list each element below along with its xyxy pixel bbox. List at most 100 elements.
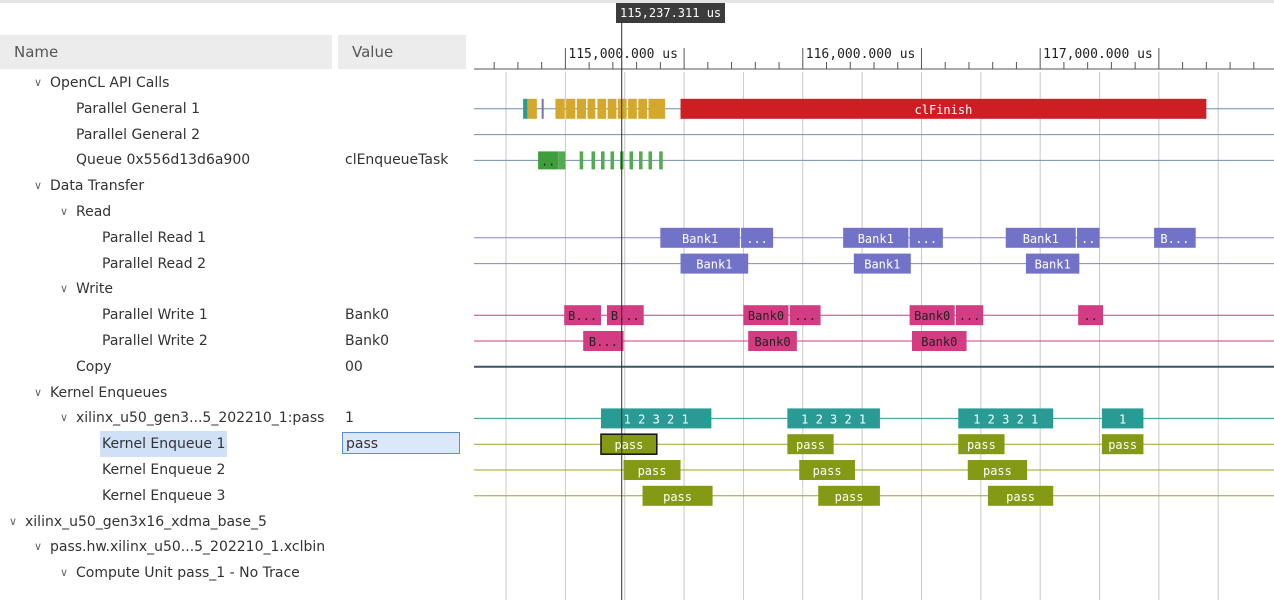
expand-chevron-icon[interactable]: ∨ bbox=[57, 405, 71, 431]
timeline-canvas[interactable]: 115,000.000 us 116,000.000 us 117,000.000 … bbox=[474, 0, 1274, 600]
tree-row[interactable]: Parallel Write 2 Bank0 bbox=[0, 328, 466, 354]
tree-row[interactable]: Kernel Enqueue 1 pass bbox=[0, 431, 466, 458]
timeline-event-label[interactable]: B... bbox=[589, 335, 618, 349]
timeline-event-label[interactable]: ... bbox=[915, 232, 937, 246]
timeline-event-label[interactable]: 1 2 3 2 1 bbox=[624, 412, 689, 426]
timeline-event-label[interactable]: pass bbox=[813, 464, 842, 478]
expand-chevron-icon[interactable]: ∨ bbox=[31, 70, 45, 96]
tree-row[interactable]: ∨ Data Transfer bbox=[0, 173, 466, 199]
timeline-event-label[interactable]: Bank1 bbox=[864, 258, 900, 272]
expand-chevron-icon[interactable]: ∨ bbox=[31, 534, 45, 560]
expand-chevron-icon[interactable]: ∨ bbox=[31, 380, 45, 406]
tree-row[interactable]: Queue 0x556d13d6a900 clEnqueueTask bbox=[0, 147, 466, 173]
timeline-event-parallel-general-1[interactable] bbox=[617, 98, 627, 119]
tree-row[interactable]: Parallel Read 2 bbox=[0, 251, 466, 277]
tree-row-label: Parallel General 1 bbox=[76, 100, 200, 117]
tree-row[interactable]: ∨ Read bbox=[0, 199, 466, 225]
timeline-event-queue[interactable] bbox=[610, 151, 615, 170]
expand-chevron-icon[interactable]: ∨ bbox=[57, 560, 71, 586]
timeline-event-label[interactable]: pass bbox=[983, 464, 1012, 478]
timeline-event-label[interactable]: .. bbox=[1083, 309, 1097, 323]
expand-chevron-icon[interactable]: ∨ bbox=[57, 276, 71, 302]
timeline-event-label[interactable]: B... bbox=[1160, 232, 1189, 246]
expand-chevron-icon[interactable]: ∨ bbox=[57, 199, 71, 225]
timeline-event-parallel-general-1[interactable] bbox=[541, 98, 544, 119]
timeline-event-label[interactable]: Bank0 bbox=[748, 309, 784, 323]
timeline-event-label[interactable]: pass bbox=[663, 490, 692, 504]
timeline-event-label[interactable]: Bank1 bbox=[1035, 258, 1071, 272]
timeline-event-label[interactable]: pass bbox=[796, 438, 825, 452]
timeline-event-label[interactable]: pass bbox=[638, 464, 667, 478]
expand-chevron-icon[interactable]: ∨ bbox=[31, 173, 45, 199]
tree-row[interactable]: Copy 00 bbox=[0, 354, 466, 380]
timeline-event-label[interactable]: Bank0 bbox=[921, 335, 957, 349]
waveform-tree-panel: Name Value ∨ OpenCL API Calls Parallel Gen… bbox=[0, 0, 466, 600]
tree-row-label: Kernel Enqueue 2 bbox=[102, 462, 226, 478]
timeline-event-label[interactable]: .. bbox=[541, 154, 555, 168]
column-header-name[interactable]: Name bbox=[0, 35, 332, 69]
expand-chevron-icon[interactable]: ∨ bbox=[6, 509, 20, 535]
timeline-event-queue[interactable] bbox=[579, 151, 584, 170]
timeline-event-label[interactable]: Bank1 bbox=[858, 232, 894, 246]
timeline-event-queue[interactable] bbox=[629, 151, 634, 170]
column-header-value[interactable]: Value bbox=[338, 35, 466, 69]
timeline-event-parallel-general-1[interactable] bbox=[648, 98, 666, 119]
timeline-event-parallel-general-1[interactable] bbox=[587, 98, 596, 119]
timeline-event-parallel-general-1[interactable] bbox=[566, 98, 576, 119]
timeline-event-queue[interactable] bbox=[601, 151, 605, 170]
timeline-event-queue[interactable] bbox=[638, 151, 643, 170]
tree-row-label: Parallel Read 2 bbox=[102, 255, 206, 272]
timeline-event-label[interactable]: Bank1 bbox=[696, 258, 732, 272]
tree-row-label: xilinx_u50_gen3x16_xdma_base_5 bbox=[25, 513, 267, 530]
timeline-event-label[interactable]: ... bbox=[794, 309, 816, 323]
timeline-event-label[interactable]: 1 2 3 2 1 bbox=[801, 412, 866, 426]
tree-row-value: 1 bbox=[345, 410, 354, 427]
tree-row-value: pass bbox=[342, 432, 460, 455]
tree-row[interactable]: Parallel General 2 bbox=[0, 122, 466, 148]
tree-row[interactable]: ∨ xilinx_u50_gen3x16_xdma_base_5 bbox=[0, 509, 466, 535]
tree-row[interactable]: Kernel Enqueue 2 bbox=[0, 457, 466, 483]
timeline-event-label[interactable]: pass bbox=[967, 438, 996, 452]
timeline-panel[interactable]: 115,000.000 us 116,000.000 us 117,000.000 … bbox=[474, 0, 1274, 600]
timeline-event-label[interactable]: pass bbox=[835, 490, 864, 504]
timeline-event-label[interactable]: B... bbox=[568, 309, 597, 323]
tree-row[interactable]: ∨ Write bbox=[0, 276, 466, 302]
timeline-event-label[interactable]: ... bbox=[959, 309, 981, 323]
timeline-event-label[interactable]: Bank0 bbox=[914, 309, 950, 323]
timeline-event-queue[interactable] bbox=[659, 151, 663, 170]
timeline-event-parallel-general-1[interactable] bbox=[628, 98, 637, 119]
tree-row[interactable]: ∨ xilinx_u50_gen3...5_202210_1:pass 1 bbox=[0, 405, 466, 431]
tree-row[interactable]: ∨ Compute Unit pass_1 - No Trace bbox=[0, 560, 466, 586]
timeline-event-label[interactable]: .. bbox=[1081, 232, 1095, 246]
tree-row[interactable]: Parallel General 1 bbox=[0, 96, 466, 122]
timeline-event-parallel-general-1[interactable] bbox=[576, 98, 587, 119]
tree-row[interactable]: Kernel Enqueue 3 bbox=[0, 483, 466, 509]
timeline-event-label[interactable]: 1 2 3 2 1 bbox=[973, 412, 1038, 426]
tree-row[interactable]: Parallel Write 1 Bank0 bbox=[0, 302, 466, 328]
timeline-event-label[interactable]: Bank1 bbox=[682, 232, 718, 246]
timeline-event-parallel-general-1[interactable] bbox=[555, 98, 565, 119]
axis-tick-label: 116,000.000 us bbox=[806, 47, 916, 62]
timeline-event-label[interactable]: pass bbox=[614, 438, 643, 452]
tree-row[interactable]: Parallel Read 1 bbox=[0, 225, 466, 251]
timeline-event-queue[interactable] bbox=[558, 151, 566, 170]
tree-row[interactable]: ∨ OpenCL API Calls bbox=[0, 70, 466, 96]
timeline-event-queue[interactable] bbox=[648, 151, 653, 170]
timeline-event-label[interactable]: B... bbox=[611, 309, 640, 323]
timeline-event-label[interactable]: Bank1 bbox=[1023, 232, 1059, 246]
timeline-event-parallel-general-1[interactable] bbox=[527, 98, 537, 119]
timeline-event-label[interactable]: ... bbox=[746, 232, 768, 246]
timeline-event-label[interactable]: 1 bbox=[1119, 412, 1126, 426]
timeline-event-parallel-general-1[interactable] bbox=[607, 98, 617, 119]
timeline-event-parallel-general-1[interactable] bbox=[638, 98, 648, 119]
timeline-event-queue[interactable] bbox=[591, 151, 596, 170]
tree-row-label: Write bbox=[76, 281, 113, 298]
timeline-event-label[interactable]: Bank0 bbox=[754, 335, 790, 349]
tree-row[interactable]: ∨ Kernel Enqueues bbox=[0, 380, 466, 406]
timeline-event-parallel-general-1[interactable] bbox=[523, 98, 528, 119]
timeline-event-label[interactable]: pass bbox=[1108, 438, 1137, 452]
timeline-event-label[interactable]: pass bbox=[1006, 490, 1035, 504]
timeline-event-label[interactable]: clFinish bbox=[915, 103, 973, 117]
tree-row[interactable]: ∨ pass.hw.xilinx_u50...5_202210_1.xclbin bbox=[0, 534, 466, 560]
timeline-event-parallel-general-1[interactable] bbox=[597, 98, 607, 119]
